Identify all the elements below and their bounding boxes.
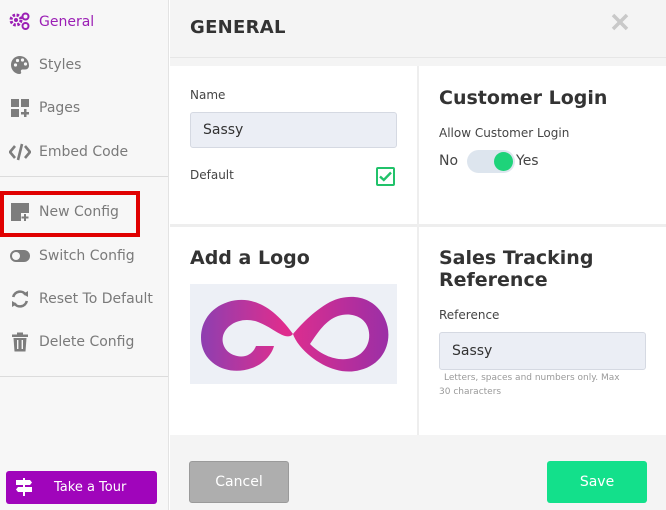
sidebar-item-switch-config[interactable]: Switch Config (0, 236, 168, 276)
code-icon (9, 141, 31, 163)
default-checkbox[interactable] (376, 167, 395, 186)
pages-grid-icon (9, 97, 31, 119)
cancel-button[interactable]: Cancel (189, 461, 289, 503)
reference-hint: Letters, spaces and numbers only. Max 30… (439, 371, 654, 399)
sidebar-divider (0, 376, 168, 377)
sidebar-item-label: Pages (39, 100, 81, 116)
save-button[interactable]: Save (547, 461, 647, 503)
sales-tracking-title-line2: Reference (439, 269, 548, 291)
name-input[interactable] (190, 112, 397, 148)
sidebar-item-label: General (39, 14, 95, 30)
default-label: Default (190, 168, 234, 182)
infinity-logo-image (201, 296, 389, 372)
sidebar-item-label: Reset To Default (39, 291, 153, 307)
header: GENERAL (170, 0, 666, 58)
sidebar-item-label: Delete Config (39, 334, 135, 350)
take-a-tour-label: Take a Tour (54, 480, 127, 495)
toggle-icon (9, 245, 31, 267)
sidebar-item-delete-config[interactable]: Delete Config (0, 322, 168, 362)
sidebar-divider (0, 176, 168, 177)
name-label: Name (190, 88, 226, 102)
gears-icon (9, 11, 31, 33)
sidebar-item-embed-code[interactable]: Embed Code (0, 132, 168, 172)
toggle-no-label: No (439, 153, 459, 169)
panel-divider (170, 224, 666, 227)
customer-login-toggle[interactable] (467, 150, 515, 173)
checkmark-icon (379, 171, 392, 182)
panel-divider (170, 435, 666, 443)
sidebar-item-styles[interactable]: Styles (0, 45, 168, 85)
page-title: GENERAL (190, 17, 286, 38)
allow-customer-login-label: Allow Customer Login (439, 126, 570, 140)
toggle-knob (494, 152, 513, 171)
sidebar-item-label: Styles (39, 57, 82, 73)
highlight-annotation (0, 191, 140, 237)
take-a-tour-button[interactable]: Take a Tour (6, 471, 157, 504)
reference-label: Reference (439, 308, 500, 322)
reference-hint-line2: 30 characters (439, 387, 502, 397)
sales-tracking-title-line1: Sales Tracking (439, 247, 594, 269)
toggle-yes-label: Yes (516, 153, 539, 169)
reference-hint-line1: Letters, spaces and numbers only. Max (444, 373, 620, 383)
customer-login-title: Customer Login (439, 87, 608, 109)
add-logo-title: Add a Logo (190, 247, 310, 269)
sidebar-item-general[interactable]: General (0, 2, 168, 42)
logo-upload[interactable] (190, 284, 397, 384)
palette-icon (9, 54, 31, 76)
close-icon[interactable] (610, 12, 630, 32)
trash-icon (9, 331, 31, 353)
signpost-icon (15, 478, 33, 496)
sidebar-item-label: Embed Code (39, 144, 129, 160)
sidebar: General Styles Pages Embed Code New Conf… (0, 0, 169, 510)
sidebar-item-pages[interactable]: Pages (0, 88, 168, 128)
panel-divider (170, 58, 666, 66)
reference-input[interactable] (439, 332, 646, 370)
sidebar-item-reset-to-default[interactable]: Reset To Default (0, 279, 168, 319)
sidebar-item-label: Switch Config (39, 248, 135, 264)
sync-icon (9, 288, 31, 310)
panel-divider (417, 66, 419, 436)
